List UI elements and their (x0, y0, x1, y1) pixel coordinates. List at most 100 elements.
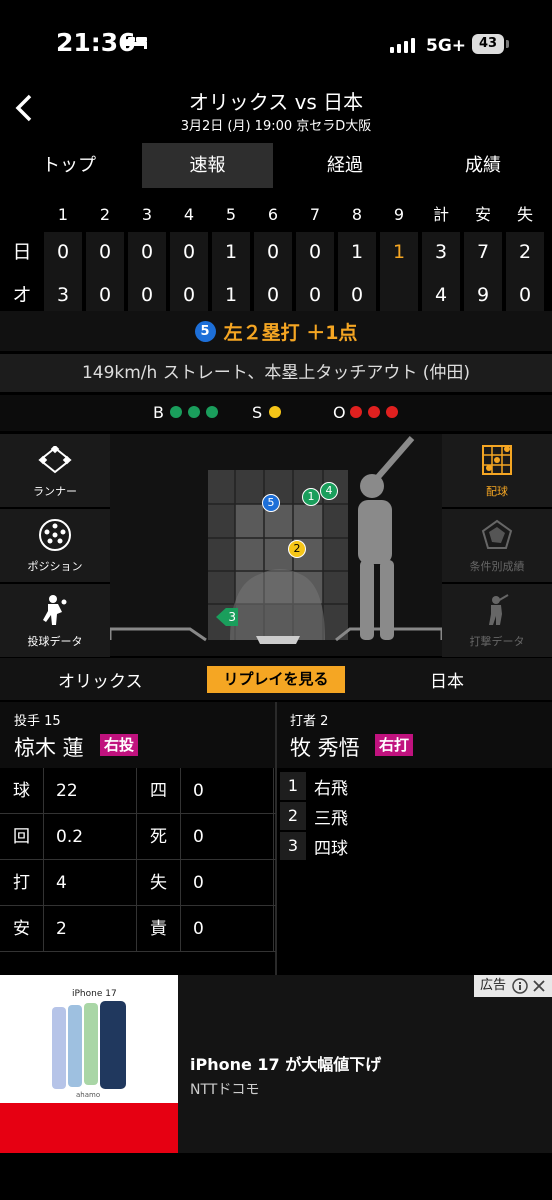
pitcher-name[interactable]: 椋木 蓮 (14, 732, 84, 762)
at-bat-number: 3 (280, 832, 306, 860)
team-left[interactable]: オリックス (58, 667, 143, 692)
pitch-marker-1: 1 (302, 488, 320, 506)
batter-panel: 打者 2 牧 秀悟 右打 (277, 702, 552, 768)
stat-row: 回 0.2 死 0 (0, 814, 276, 860)
at-bat-number: 2 (280, 802, 306, 830)
replay-button[interactable]: リプレイを見る (207, 666, 345, 693)
inning-header: 1 (57, 205, 69, 224)
diamond-icon (38, 446, 72, 474)
out-dot (386, 406, 398, 418)
position-icon (39, 519, 71, 551)
info-icon[interactable] (512, 978, 528, 994)
team-right[interactable]: 日本 (430, 667, 464, 692)
score-cell: 0 (296, 232, 334, 275)
inning-header: 6 (267, 205, 279, 224)
ad-title[interactable]: iPhone 17 が大幅値下げ (190, 1051, 381, 1075)
tab-live[interactable]: 速報 (142, 143, 273, 188)
strike-dot (269, 406, 281, 418)
ad-brand: ahamo (76, 1091, 101, 1099)
batter-name[interactable]: 牧 秀悟 (290, 732, 360, 762)
stat-value: 22 (44, 768, 137, 813)
stat-label: 失 (137, 860, 181, 905)
game-title: オリックス vs 日本 (188, 90, 364, 114)
stat-label: 四 (137, 768, 181, 813)
position-button[interactable]: ポジション (0, 509, 110, 583)
split-stats-label: 条件別成績 (469, 560, 525, 573)
ball-dot (206, 406, 218, 418)
score-cell: 0 (86, 232, 124, 275)
runner-label: ランナー (33, 485, 77, 498)
strike-label: S (252, 403, 263, 422)
score-cell: 1 (212, 232, 250, 275)
game-datetime-venue: 3月2日 (月) 19:00 京セラD大阪 (180, 119, 372, 134)
errors-header: 失 (516, 205, 533, 224)
play-detail: 149km/h ストレート、本塁上タッチアウト (仲田) (0, 354, 552, 392)
score-cell: 3 (422, 232, 460, 275)
play-result-text: 左２塁打 ＋1点 (223, 321, 358, 344)
stat-label: 打 (0, 860, 44, 905)
close-icon[interactable] (532, 979, 546, 993)
phone-graphic (68, 1005, 82, 1087)
stat-value: 2 (44, 906, 137, 951)
pitch-chart: 5 1 4 2 3 (108, 434, 444, 656)
tab-top[interactable]: トップ (0, 143, 138, 188)
ball-dot (188, 406, 200, 418)
pitcher-icon (43, 595, 67, 625)
at-bat-result: 2 三飛 (280, 801, 348, 831)
at-bat-number: 1 (280, 772, 306, 800)
score-cell: 0 (44, 232, 82, 275)
ball-dot (170, 406, 182, 418)
score-cell: 1 (338, 232, 376, 275)
pitch-marker-4: 4 (320, 482, 338, 500)
runner-button[interactable]: ランナー (0, 434, 110, 508)
out-dot (350, 406, 362, 418)
score-cell: 7 (464, 232, 502, 275)
pitching-data-button[interactable]: 投球データ (0, 584, 110, 658)
out-label: O (333, 403, 346, 422)
inning-header: 2 (99, 205, 111, 224)
pitcher-role: 投手 15 (14, 714, 61, 729)
batter-silhouette (358, 436, 415, 640)
radar-icon (481, 519, 513, 549)
stat-value: 4 (44, 860, 137, 905)
stat-label: 回 (0, 814, 44, 859)
ad-banner[interactable]: iPhone 17 ahamo iPhone 17 が大幅値下げ NTTドコモ … (0, 975, 552, 1153)
tab-progress[interactable]: 経過 (276, 143, 414, 188)
tab-bar: トップ 速報 経過 成績 (0, 143, 552, 188)
batter-hand-badge: 右打 (375, 734, 414, 756)
stat-row: 球 22 四 0 (0, 768, 276, 814)
score-cell: 2 (506, 232, 544, 275)
stat-label: 球 (0, 768, 44, 813)
inning-header: 9 (393, 205, 405, 224)
stat-row: 安 2 責 0 (0, 906, 276, 952)
at-bat-result: 3 四球 (280, 831, 348, 861)
at-bat-text: 四球 (314, 838, 348, 859)
at-bat-result: 1 右飛 (280, 771, 348, 801)
tab-stats[interactable]: 成績 (414, 143, 552, 188)
hits-header: 安 (474, 205, 491, 224)
ball-label: B (153, 403, 164, 422)
ad-source: NTTドコモ (190, 1082, 260, 1098)
pitch-grid-icon (482, 445, 512, 475)
score-cell-current: 1 (380, 232, 418, 275)
pitcher-panel: 投手 15 椋木 蓮 右投 (0, 702, 275, 768)
signal-icon (390, 38, 415, 53)
pitch-location-button[interactable]: 配球 (442, 434, 552, 508)
batting-data-button[interactable]: 打撃データ (442, 584, 552, 658)
network-type: 5G+ (426, 36, 467, 56)
position-label: ポジション (27, 560, 83, 573)
split-stats-button[interactable]: 条件別成績 (442, 509, 552, 583)
battery-icon: 43 (472, 34, 504, 54)
stat-row: 打 4 失 0 (0, 860, 276, 906)
batter-order-badge: 5 (194, 320, 216, 342)
stat-label: 安 (0, 906, 44, 951)
batter-icon (489, 594, 509, 625)
inning-header: 8 (351, 205, 363, 224)
pitching-data-label: 投球データ (27, 635, 83, 648)
team-abbrev: 日 (12, 241, 32, 263)
scoreboard-row-away: 日 0 0 0 0 1 0 0 1 1 3 7 2 (0, 232, 552, 275)
total-runs-header: 計 (432, 205, 449, 224)
score-cell: 0 (254, 232, 292, 275)
ad-label-box[interactable]: 広告 (474, 975, 552, 997)
inning-header: 4 (183, 205, 195, 224)
